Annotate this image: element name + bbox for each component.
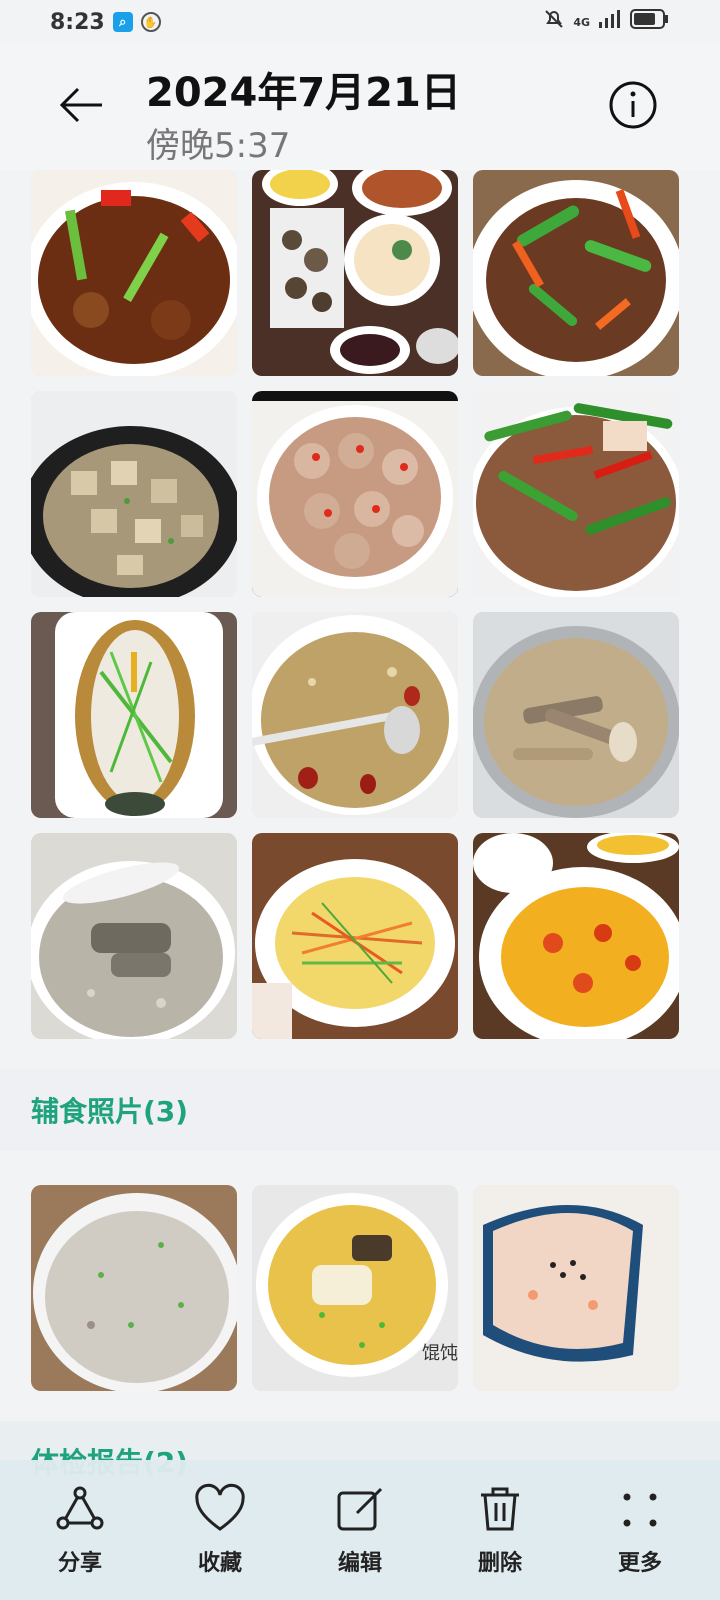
section-header-baby-food[interactable]: 辅食照片(3)	[0, 1069, 720, 1151]
battery-icon	[630, 8, 670, 36]
signal-icon	[598, 9, 622, 35]
dinner-table-photo	[252, 170, 458, 376]
back-button[interactable]	[56, 80, 106, 130]
back-arrow-icon	[59, 87, 102, 123]
photo-thumbnail[interactable]	[31, 1185, 237, 1391]
bottom-toolbar: 分享 收藏 编辑 删除 更多	[0, 1460, 720, 1600]
photo-thumbnail[interactable]	[473, 612, 679, 818]
green-bean-pork-photo	[473, 391, 679, 597]
photo-date: 2024年7月21日	[146, 70, 461, 116]
more-dots-icon	[623, 1493, 657, 1527]
tofu-dish-photo	[31, 391, 237, 597]
search-app-icon: ⌕	[112, 12, 133, 32]
delete-button[interactable]: 删除	[440, 1483, 560, 1577]
photo-thumbnail[interactable]	[252, 170, 458, 376]
soup-pot-photo	[252, 612, 458, 818]
tomato-egg-photo	[473, 833, 679, 1039]
photo-thumbnail[interactable]	[252, 833, 458, 1039]
steamed-fish-photo	[31, 612, 237, 818]
wonton-watermark: 馄饨	[422, 1343, 458, 1364]
heart-icon	[195, 1483, 245, 1531]
photo-thumbnail[interactable]	[31, 170, 237, 376]
pepper-beef-photo	[473, 170, 679, 376]
clock: 8:23	[50, 9, 105, 35]
status-right: 4G	[543, 8, 670, 36]
info-icon	[609, 81, 657, 129]
favorite-button[interactable]: 收藏	[160, 1483, 280, 1577]
section-title: 辅食照片(3)	[31, 1095, 189, 1128]
share-label: 分享	[57, 1551, 102, 1576]
photo-thumbnail[interactable]	[31, 612, 237, 818]
share-icon	[56, 1486, 104, 1530]
photo-thumbnail[interactable]	[252, 612, 458, 818]
shrimp-porridge-photo	[473, 1185, 679, 1391]
photo-thumbnail[interactable]: 馄饨	[252, 1185, 458, 1391]
porridge-photo	[31, 1185, 237, 1391]
status-bar: 8:23 ⌕ ✋ 4G	[0, 0, 720, 44]
photo-thumbnail[interactable]	[473, 170, 679, 376]
share-button[interactable]: 分享	[20, 1483, 140, 1577]
info-button[interactable]	[608, 80, 658, 130]
edit-label: 编辑	[337, 1551, 382, 1576]
clear-soup-photo	[473, 612, 679, 818]
favorite-label: 收藏	[197, 1551, 242, 1576]
photo-thumbnail[interactable]	[473, 391, 679, 597]
hand-icon: ✋	[140, 12, 161, 32]
more-label: 更多	[617, 1551, 662, 1576]
photo-time: 傍晚5:37	[146, 126, 291, 166]
photo-thumbnail[interactable]	[31, 833, 237, 1039]
trash-icon	[481, 1487, 519, 1531]
edit-button[interactable]: 编辑	[300, 1483, 420, 1577]
network-label: 4G	[573, 15, 590, 29]
status-left: 8:23 ⌕ ✋	[50, 10, 161, 35]
steamed-pork-photo	[252, 391, 458, 597]
food-photo-grid	[0, 170, 720, 1039]
photo-thumbnail[interactable]	[473, 833, 679, 1039]
more-button[interactable]: 更多	[580, 1483, 700, 1577]
braised-pork-photo	[31, 170, 237, 376]
photo-detail-header: 2024年7月21日 傍晚5:37	[0, 44, 720, 170]
photo-thumbnail[interactable]	[31, 391, 237, 597]
shredded-potato-photo	[252, 833, 458, 1039]
baby-food-grid: 馄饨	[0, 1185, 720, 1391]
edit-icon	[337, 1487, 383, 1531]
photo-thumbnail[interactable]	[473, 1185, 679, 1391]
album-content: 辅食照片(3) 馄饨	[0, 170, 720, 1481]
mute-bell-icon	[543, 8, 565, 36]
delete-label: 删除	[477, 1551, 522, 1576]
bone-soup-photo	[31, 833, 237, 1039]
photo-thumbnail[interactable]	[252, 391, 458, 597]
